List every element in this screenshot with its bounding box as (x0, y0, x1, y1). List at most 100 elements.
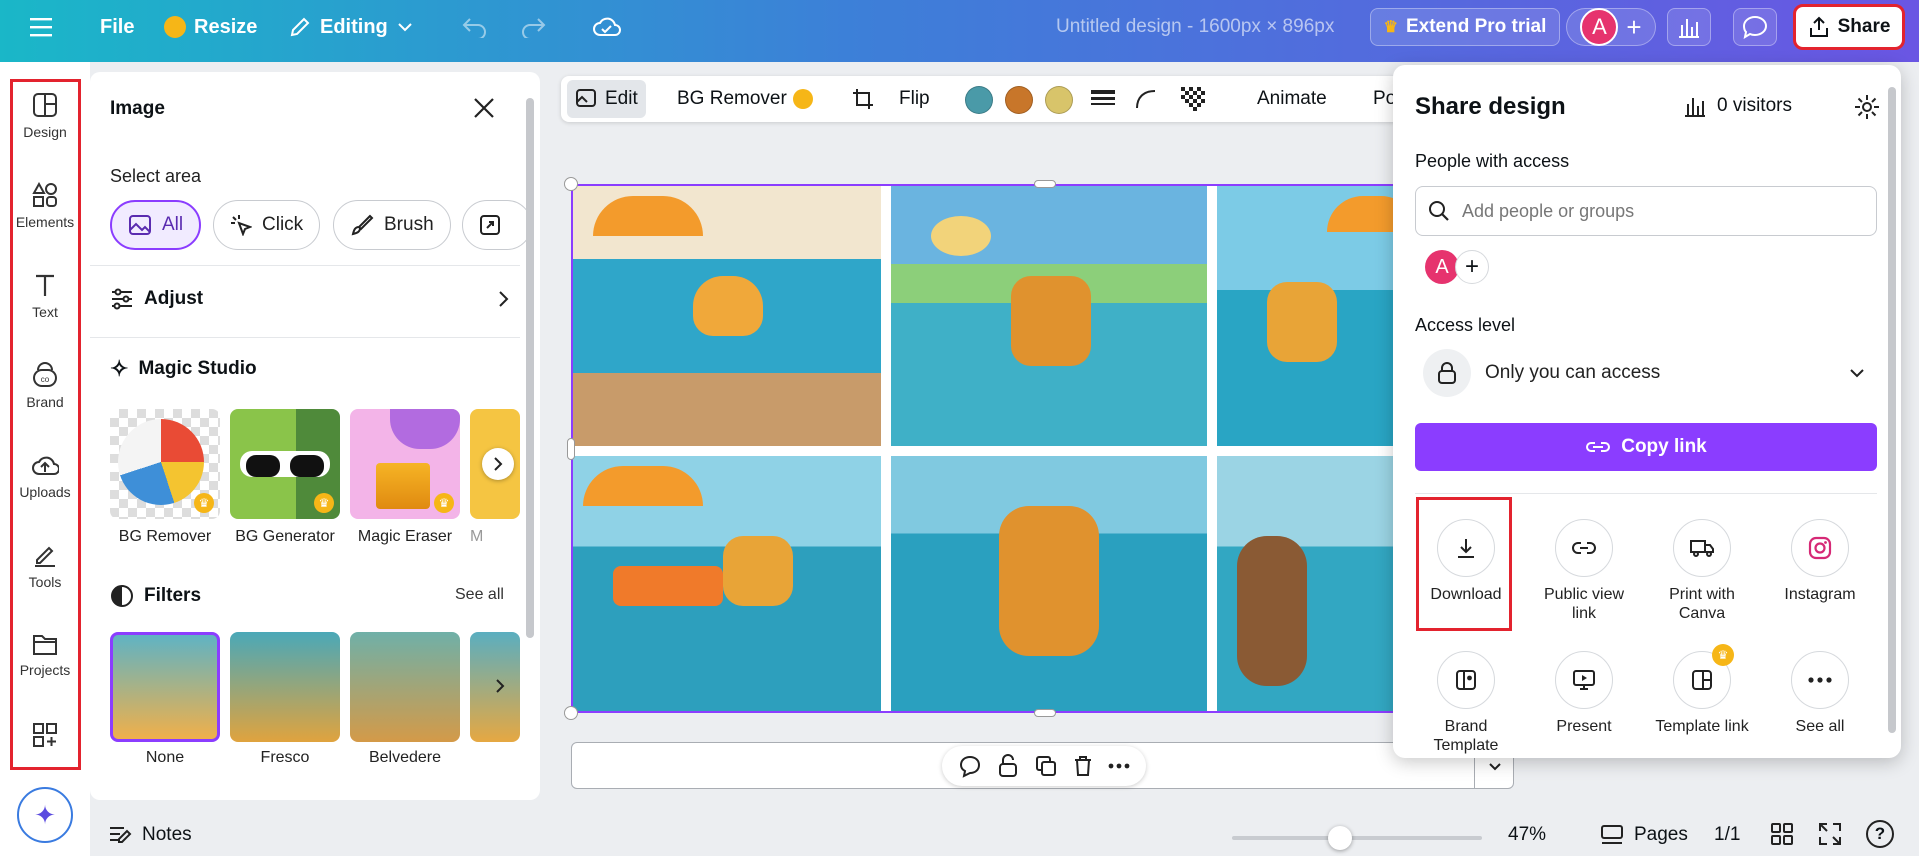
cloud-saved-icon[interactable] (592, 0, 622, 54)
crown-badge-icon: ♛ (1712, 644, 1734, 666)
undo-icon[interactable] (462, 0, 488, 54)
insights-icon[interactable] (1667, 8, 1711, 46)
resize-handle[interactable] (564, 706, 578, 720)
select-click-chip[interactable]: Click (213, 200, 321, 250)
transparency-icon[interactable] (1181, 76, 1205, 122)
editing-dropdown[interactable]: Editing (288, 0, 414, 54)
sidebar-item-text[interactable]: Text (12, 272, 78, 320)
resize-button[interactable]: Resize (164, 0, 257, 54)
filter-belvedere-thumb[interactable] (350, 632, 460, 742)
notes-button[interactable]: Notes (108, 824, 192, 846)
share-panel-scrollbar[interactable] (1888, 87, 1896, 733)
select-brush-chip[interactable]: Brush (333, 200, 451, 250)
sidebar-item-projects[interactable]: Projects (12, 632, 78, 678)
collaborators-group[interactable]: A + (1566, 8, 1656, 46)
lock-icon[interactable] (997, 754, 1019, 778)
sparkle-icon: ✦ (34, 799, 56, 830)
avatar[interactable]: A (1425, 250, 1459, 284)
add-collaborator-icon[interactable]: + (1626, 12, 1641, 43)
sidebar-item-uploads[interactable]: Uploads (12, 452, 78, 500)
edit-button[interactable]: Edit (567, 80, 646, 118)
add-people-input[interactable]: Add people or groups (1415, 186, 1877, 236)
color-swatch[interactable] (965, 86, 993, 114)
add-person-icon[interactable]: + (1455, 250, 1489, 284)
sidebar-item-elements[interactable]: Elements (12, 182, 78, 230)
zoom-slider[interactable] (1232, 826, 1482, 850)
filter-none-thumb[interactable] (110, 632, 220, 742)
share-option-template-link[interactable]: ♛ Template link (1642, 644, 1762, 736)
share-option-public-view-link[interactable]: Public view link (1524, 519, 1644, 623)
filter-fresco-thumb[interactable] (230, 632, 340, 742)
bg-remover-button[interactable]: BG Remover (677, 76, 813, 122)
magic-scroll-right-icon[interactable] (482, 448, 514, 480)
people-with-access-heading: People with access (1415, 151, 1570, 171)
comments-icon[interactable] (1733, 8, 1777, 46)
share-option-label: Present (1556, 718, 1612, 735)
design-canvas[interactable] (571, 184, 1411, 713)
crop-icon[interactable] (851, 76, 875, 122)
adjust-row[interactable]: Adjust (110, 284, 510, 314)
sidebar-item-design[interactable]: Design (12, 92, 78, 140)
sidebar-item-label: Design (23, 124, 67, 140)
flip-button[interactable]: Flip (899, 76, 930, 122)
access-level-dropdown[interactable]: Only you can access (1415, 345, 1877, 401)
border-style-icon[interactable] (1091, 76, 1115, 122)
share-option-brand-template[interactable]: Brand Template (1406, 651, 1526, 755)
canvas-image-tile[interactable] (573, 456, 881, 711)
lock-icon (1423, 349, 1471, 397)
share-option-download[interactable]: Download (1406, 497, 1526, 631)
help-icon[interactable]: ? (1866, 820, 1894, 848)
avatar[interactable]: A (1580, 8, 1619, 46)
see-all-filters-link[interactable]: See all (455, 586, 504, 604)
settings-gear-icon[interactable] (1853, 93, 1881, 121)
panel-scrollbar[interactable] (526, 98, 534, 638)
canvas-image-tile[interactable] (1217, 186, 1409, 446)
extend-pro-trial-button[interactable]: ♛ Extend Pro trial (1370, 8, 1560, 46)
copy-link-button[interactable]: Copy link (1415, 423, 1877, 471)
visitors-button[interactable]: 0 visitors (1683, 95, 1792, 117)
sidebar-item-brand[interactable]: co Brand (12, 362, 78, 410)
close-icon[interactable] (472, 96, 496, 120)
fullscreen-icon[interactable] (1818, 822, 1842, 846)
duplicate-icon[interactable] (1035, 755, 1057, 777)
resize-handle[interactable] (1034, 709, 1056, 717)
more-icon[interactable] (1108, 763, 1130, 769)
file-menu[interactable]: File (100, 0, 134, 54)
sidebar-item-tools[interactable]: Tools (12, 542, 78, 590)
select-more-chip[interactable] (462, 200, 532, 250)
share-option-instagram[interactable]: Instagram (1760, 519, 1880, 604)
canvas-image-tile[interactable] (573, 186, 881, 446)
delete-icon[interactable] (1073, 755, 1093, 777)
share-option-print-with-canva[interactable]: Print with Canva (1642, 519, 1762, 623)
pages-label: Pages (1634, 824, 1688, 845)
bg-remover-thumb[interactable]: ♛ (110, 409, 220, 519)
color-swatch[interactable] (1005, 86, 1033, 114)
resize-handle[interactable] (1034, 180, 1056, 188)
canvas-image-tile[interactable] (891, 456, 1207, 711)
sidebar-item-apps[interactable] (12, 722, 78, 754)
magic-eraser-thumb[interactable]: ♛ (350, 409, 460, 519)
menu-icon[interactable] (30, 0, 54, 54)
select-all-chip[interactable]: All (110, 200, 202, 250)
add-comment-icon[interactable] (958, 754, 982, 778)
page-count[interactable]: 1/1 (1714, 824, 1740, 846)
redo-icon[interactable] (520, 0, 546, 54)
resize-handle[interactable] (564, 177, 578, 191)
canvas-image-tile[interactable] (1217, 456, 1409, 711)
filter-scroll-right-icon[interactable] (486, 672, 514, 700)
zoom-slider-handle[interactable] (1328, 826, 1352, 850)
bg-generator-thumb[interactable]: ♛ (230, 409, 340, 519)
share-option-see-all[interactable]: See all (1760, 651, 1880, 736)
animate-button[interactable]: Animate (1257, 76, 1327, 122)
share-button[interactable]: Share (1793, 4, 1905, 50)
canvas-image-tile[interactable] (891, 186, 1207, 446)
magic-assistant-button[interactable]: ✦ (17, 787, 73, 843)
zoom-level[interactable]: 47% (1508, 824, 1546, 846)
resize-handle[interactable] (567, 438, 575, 460)
design-title[interactable]: Untitled design - 1600px × 896px (1056, 0, 1334, 54)
color-swatch[interactable] (1045, 86, 1073, 114)
share-option-present[interactable]: Present (1524, 651, 1644, 736)
pages-button[interactable]: Pages (1600, 824, 1688, 846)
corner-rounding-icon[interactable] (1135, 76, 1157, 122)
grid-view-icon[interactable] (1770, 822, 1794, 846)
